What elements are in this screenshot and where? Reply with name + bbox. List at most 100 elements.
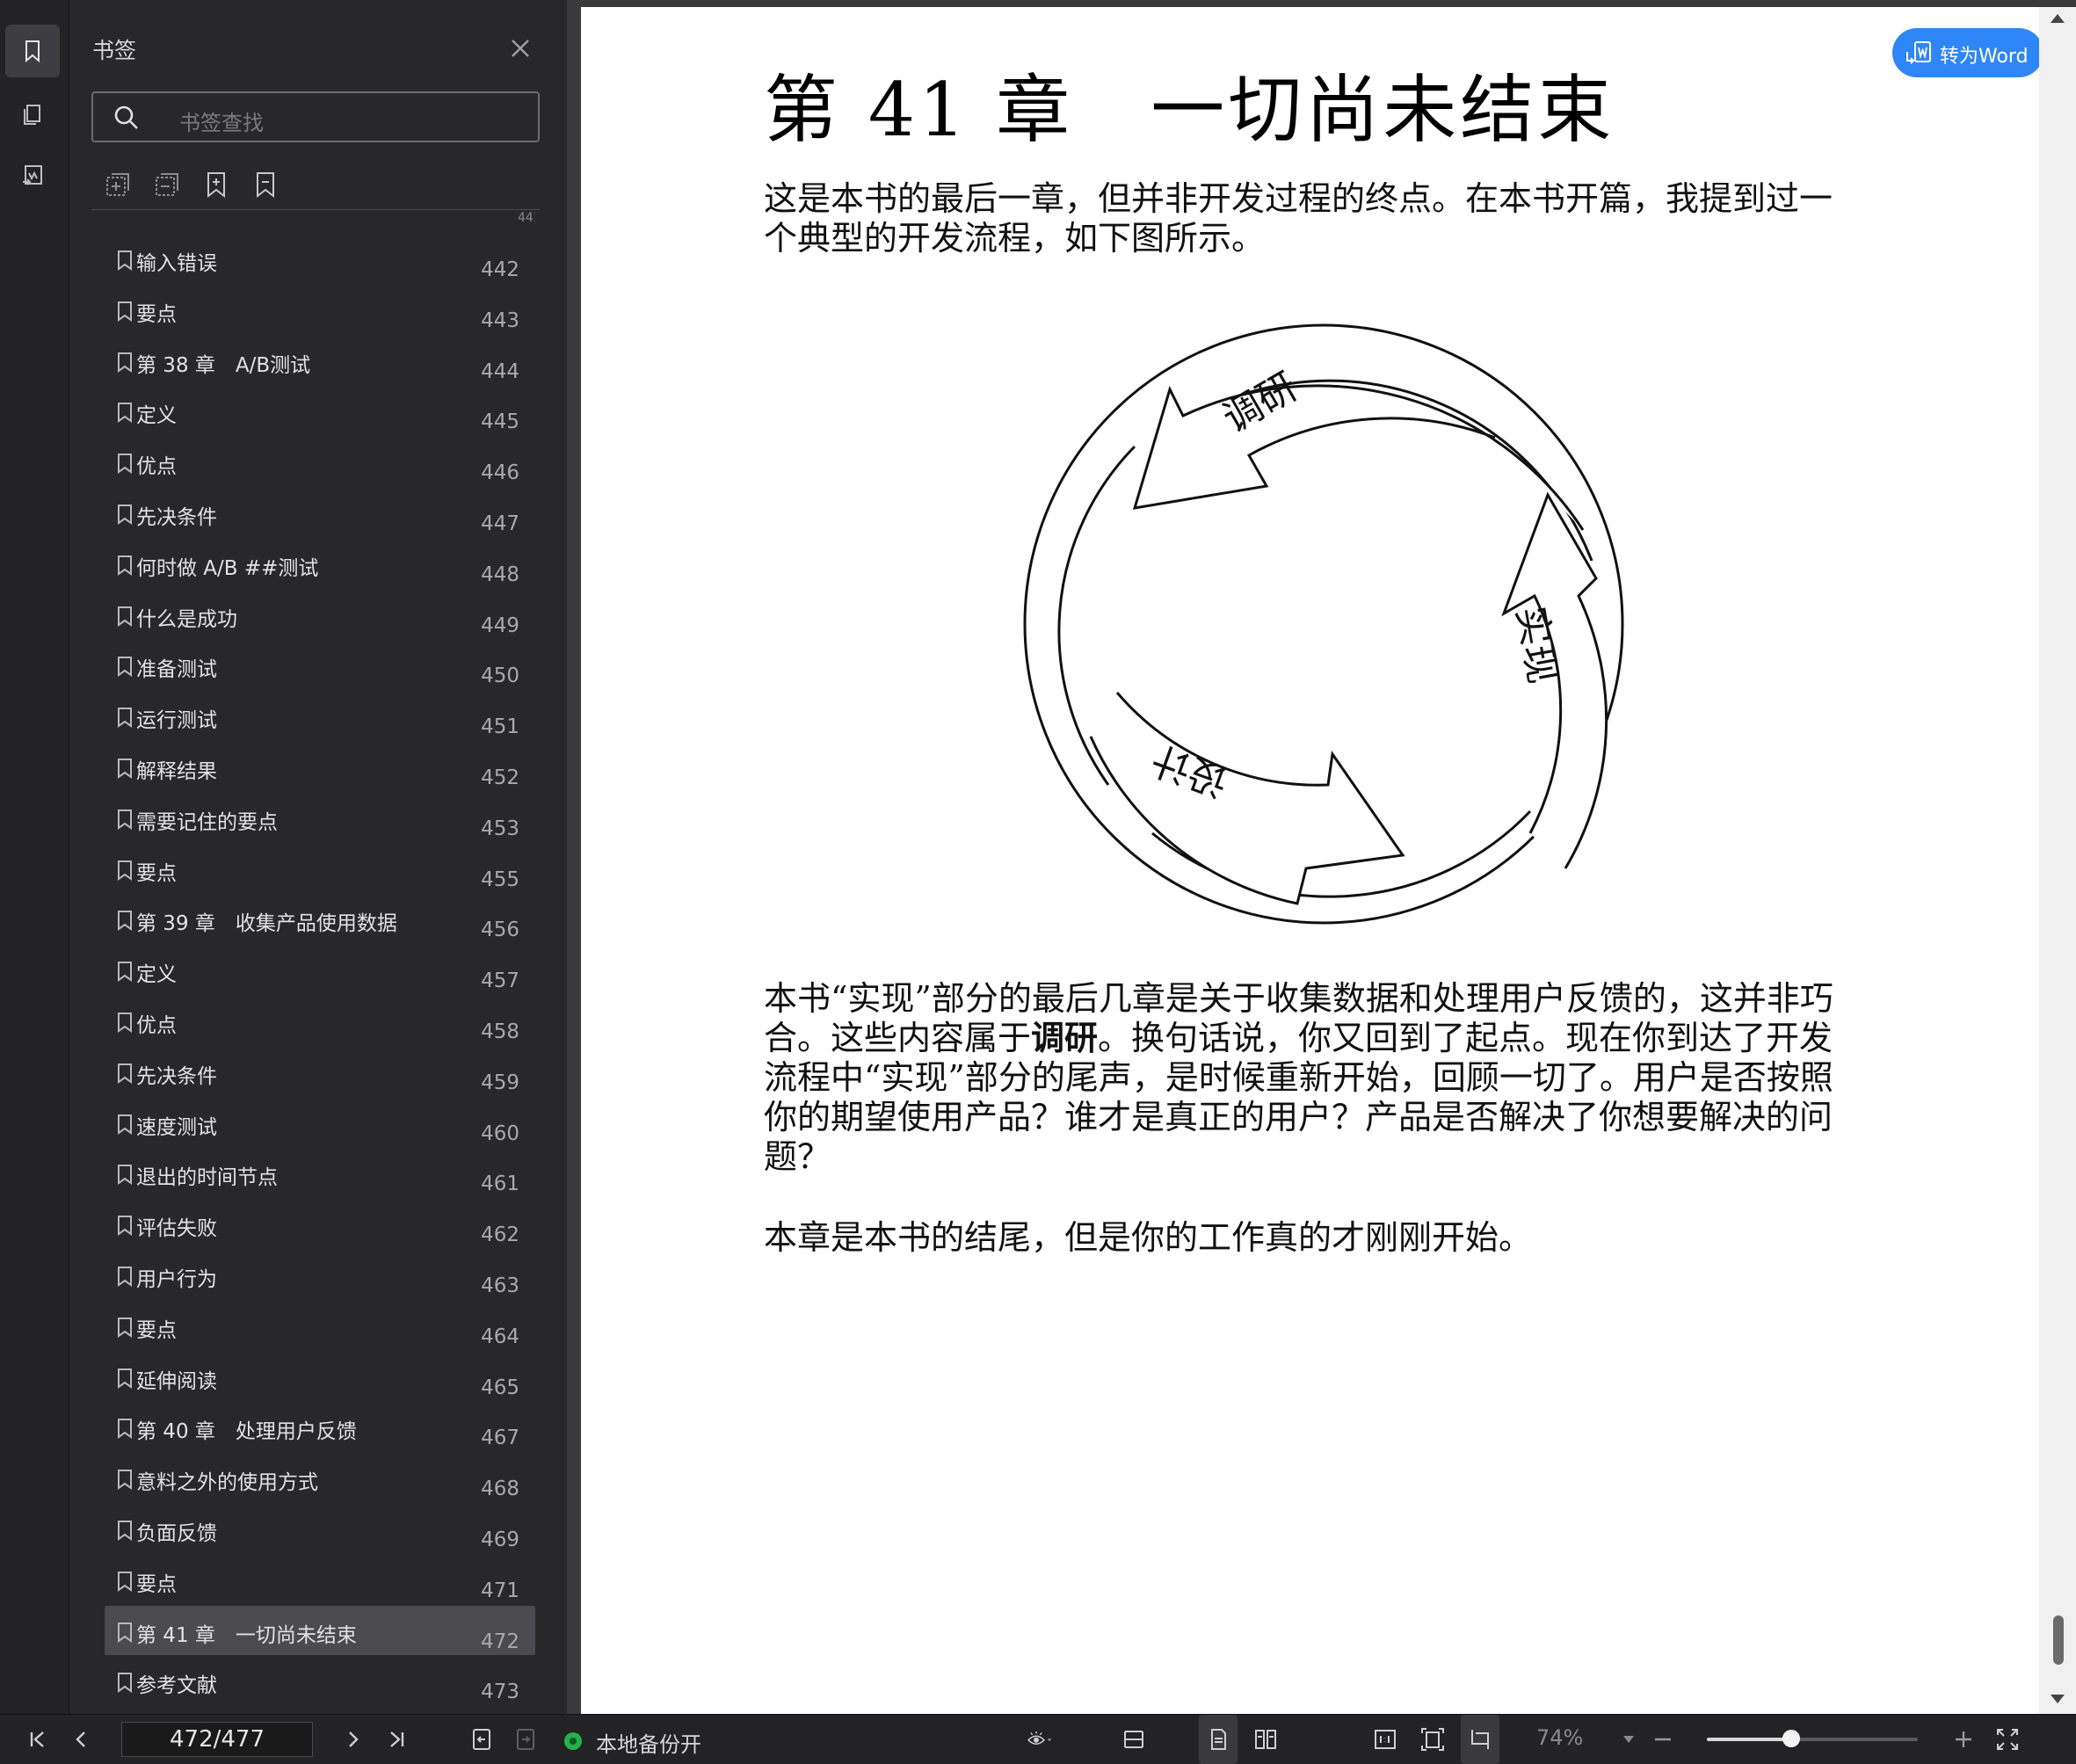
page-scrollbar[interactable] [2039, 7, 2076, 1714]
bookmark-item[interactable]: 优点 446 [105, 437, 535, 486]
add-bookmark-button[interactable] [201, 170, 231, 200]
bookmark-label: 第 41 章 一切尚未结束 [136, 1623, 357, 1647]
bookmark-page-number: 445 [481, 410, 519, 434]
bookmark-page-number: 444 [481, 359, 519, 383]
bookmark-item[interactable]: 负面反馈 469 [105, 1504, 535, 1553]
bookmark-label: 需要记住的要点 [136, 810, 278, 834]
panel-divider [91, 209, 540, 210]
bookmark-item[interactable]: 速度测试 460 [105, 1098, 535, 1147]
bookmark-label: 评估失败 [136, 1217, 217, 1241]
bookmark-item-selected[interactable]: 第 41 章 一切尚未结束 472 [105, 1605, 535, 1655]
bookmark-list[interactable]: 441 输入错误 442 要点 443 第 38 章 A/B测试 444 定义 445 优点 44… [105, 211, 535, 1714]
last-page-button[interactable] [380, 1715, 415, 1764]
bookmark-icon [118, 454, 132, 475]
bookmark-item[interactable]: 要点 464 [105, 1301, 535, 1350]
next-page-button[interactable] [336, 1715, 371, 1764]
zoom-out-button[interactable] [1645, 1715, 1680, 1764]
bookmark-item[interactable]: 定义 457 [105, 945, 535, 994]
bookmark-remove-icon [257, 172, 274, 199]
zoom-dropdown-icon[interactable] [1623, 1736, 1634, 1743]
bookmark-item[interactable]: 延伸阅读 465 [105, 1352, 535, 1401]
bookmark-page-number: 461 [481, 1172, 519, 1196]
bookmark-item[interactable]: 何时做 A/B ##测试 448 [105, 539, 535, 588]
first-page-button[interactable] [19, 1715, 54, 1764]
eye-care-mode-button[interactable] [1013, 1715, 1065, 1764]
bookmark-item[interactable]: 退出的时间节点 461 [105, 1148, 535, 1197]
backup-status-text[interactable]: 本地备份开 [596, 1727, 701, 1758]
bookmark-item[interactable]: 运行测试 451 [105, 691, 535, 740]
bookmark-item[interactable]: 评估失败 462 [105, 1199, 535, 1248]
history-back-button[interactable] [464, 1715, 499, 1764]
rotate-view-button[interactable] [1461, 1715, 1499, 1764]
bookmark-item[interactable]: 什么是成功 449 [105, 590, 535, 639]
close-icon[interactable] [505, 33, 535, 63]
panel-splitter[interactable] [567, 0, 581, 1714]
fullscreen-button[interactable] [1990, 1715, 2025, 1764]
bookmark-item[interactable]: 解释结果 452 [105, 742, 535, 791]
page-number-input[interactable]: 472/477 [121, 1722, 313, 1757]
bookmark-item[interactable]: 要点 471 [105, 1555, 535, 1604]
body-paragraph: 本书“实现”部分的最后几章是关于收集数据和处理用户反馈的，这并非巧合。这些内容属… [764, 979, 1845, 1177]
bookmark-item[interactable]: 先决条件 447 [105, 488, 535, 537]
bookmark-item[interactable]: 输入错误 442 [105, 234, 535, 283]
actual-size-button[interactable] [1366, 1715, 1405, 1764]
bookmark-icon [118, 1673, 132, 1694]
bookmark-item[interactable]: 优点 458 [105, 996, 535, 1045]
bookmark-page-number: 468 [481, 1477, 519, 1501]
bookmark-item[interactable]: 第 40 章 处理用户反馈 467 [105, 1402, 535, 1451]
annotation-panel-tab[interactable] [5, 149, 60, 202]
bookmark-item[interactable]: 定义 445 [105, 386, 535, 435]
bookmark-page-number: 451 [481, 715, 519, 739]
bookmark-page-number: 459 [481, 1071, 519, 1094]
first-page-icon [30, 1731, 44, 1747]
bookmark-item[interactable]: 需要记住的要点 453 [105, 793, 535, 842]
scroll-thumb[interactable] [2053, 1615, 2064, 1665]
expand-all-icon [106, 173, 129, 196]
history-forward-button[interactable] [508, 1715, 543, 1764]
bookmark-item[interactable]: 准备测试 450 [105, 640, 535, 689]
collapse-all-button[interactable] [152, 170, 182, 200]
bookmark-item[interactable]: 第 38 章 A/B测试 444 [105, 336, 535, 385]
bookmark-page-number: 458 [481, 1020, 519, 1043]
scroll-down-arrow-icon[interactable] [2051, 1695, 2065, 1703]
zoom-level[interactable]: 74% [1536, 1725, 1583, 1750]
bookmark-item[interactable]: 先决条件 459 [105, 1047, 535, 1096]
bookmark-search-input[interactable]: 书签查找 [91, 91, 540, 142]
convert-to-word-button[interactable]: 转为Word [1892, 28, 2043, 77]
single-page-view-button[interactable] [1199, 1715, 1238, 1764]
bookmark-item[interactable]: 意料之外的使用方式 468 [105, 1453, 535, 1502]
bookmark-item[interactable]: 要点 443 [105, 285, 535, 334]
minus-icon [1655, 1738, 1671, 1741]
fit-width-button[interactable] [1113, 1715, 1155, 1764]
bookmark-icon [118, 1419, 132, 1440]
search-icon [114, 105, 138, 129]
intro-paragraph: 这是本书的最后一章，但并非开发过程的终点。在本书开篇，我提到过一个典型的开发流程… [764, 179, 1833, 258]
zoom-in-button[interactable] [1946, 1715, 1981, 1764]
bookmark-icon [118, 1063, 132, 1084]
bookmark-item[interactable]: 要点 455 [105, 844, 535, 893]
bookmark-icon [118, 1317, 132, 1338]
double-page-icon [1255, 1730, 1276, 1749]
search-placeholder: 书签查找 [179, 111, 264, 135]
thumbnail-panel-tab[interactable] [5, 88, 60, 141]
zoom-slider[interactable] [1707, 1730, 1918, 1747]
chevron-left-icon [76, 1731, 85, 1747]
document-page: 第 41 章 一切尚未结束 这是本书的最后一章，但并非开发过程的终点。在本书开篇… [581, 7, 2039, 1714]
single-page-icon [1211, 1729, 1226, 1750]
fullscreen-icon [1997, 1729, 2018, 1750]
bookmark-item[interactable]: 用户行为 463 [105, 1250, 535, 1299]
plus-icon [1956, 1731, 1971, 1747]
bookmark-label: 要点 [136, 1318, 177, 1342]
bookmark-label: 解释结果 [136, 760, 217, 783]
zoom-slider-handle[interactable] [1782, 1730, 1800, 1747]
scroll-up-arrow-icon[interactable] [2051, 14, 2065, 23]
bookmark-panel-tab[interactable] [5, 25, 60, 77]
bookmark-item[interactable]: 第 39 章 收集产品使用数据 456 [105, 894, 535, 943]
fit-page-button[interactable] [1413, 1715, 1452, 1764]
remove-bookmark-button[interactable] [250, 170, 280, 200]
bookmark-item[interactable]: 参考文献 473 [105, 1656, 535, 1705]
bookmark-icon [25, 40, 40, 63]
previous-page-button[interactable] [63, 1715, 98, 1764]
expand-all-button[interactable] [103, 170, 133, 200]
double-page-view-button[interactable] [1246, 1715, 1285, 1764]
